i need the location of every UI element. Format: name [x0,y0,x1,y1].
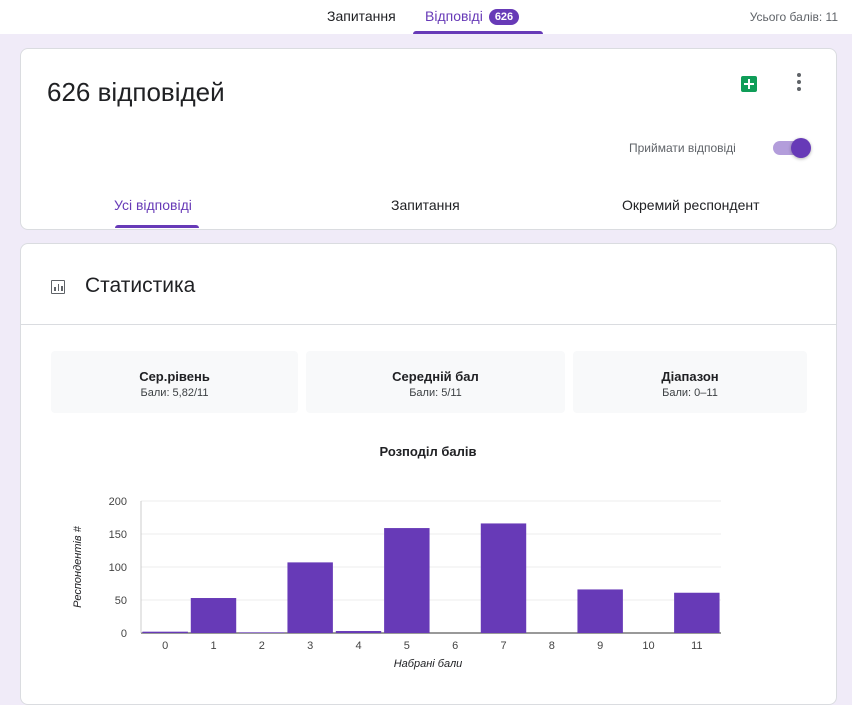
accepting-responses-label: Приймати відповіді [629,141,736,155]
responses-summary-card: 626 відповідей Приймати відповіді Усі ві… [20,48,837,230]
x-tick-label: 3 [307,640,313,652]
y-tick-label: 100 [109,562,127,574]
sheets-icon[interactable] [741,76,757,92]
bar-score-7[interactable] [480,523,527,633]
responses-count-badge: 626 [488,9,520,25]
x-tick-label: 2 [259,640,265,652]
subtab-questions[interactable]: Запитання [391,197,460,213]
bar-score-0[interactable] [142,631,188,633]
y-tick-label: 150 [109,529,127,541]
x-tick-label: 7 [500,640,506,652]
tab-responses[interactable]: Відповіді 626 [425,8,520,25]
response-count-title: 626 відповідей [47,77,225,107]
x-tick-label: 9 [597,640,603,652]
y-tick-label: 0 [121,628,127,640]
statistics-card: Статистика Сер.рівень Бали: 5,82/11 Сере… [20,243,837,705]
toggle-knob [791,138,811,158]
x-tick-label: 5 [404,640,410,652]
tab-responses-label: Відповіді [425,8,483,24]
bar-score-3[interactable] [287,562,333,633]
x-axis-label: Набрані бали [394,658,463,670]
x-tick-label: 8 [549,640,555,652]
x-tick-label: 11 [691,640,702,652]
bar-score-2[interactable] [239,632,285,633]
y-axis-label: Респондентів # [72,525,84,608]
y-tick-label: 50 [115,595,127,607]
chart-title: Розподіл балів [379,444,476,459]
accepting-responses-toggle[interactable] [773,138,811,158]
total-points: Усього балів: 11 [749,10,838,24]
active-subtab-indicator [115,225,199,228]
x-tick-label: 6 [452,640,458,652]
x-tick-label: 1 [210,640,216,652]
tab-questions[interactable]: Запитання [327,8,396,24]
bar-score-1[interactable] [190,598,237,633]
score-distribution-chart: Розподіл балів 0 50 100 150 200 0 1 2 3 4 5 6 7 8 9 10… [72,444,721,670]
x-tick-label: 10 [642,640,654,652]
more-vert-icon[interactable] [797,73,801,93]
x-tick-label: 0 [162,640,168,652]
top-bar: Запитання Відповіді 626 Усього балів: 11 [0,0,852,34]
subtab-summary[interactable]: Усі відповіді [114,197,192,213]
bar-score-4[interactable] [335,631,382,633]
bar-score-9[interactable] [577,589,623,633]
x-tick-label: 4 [355,640,361,652]
subtab-individual[interactable]: Окремий респондент [622,197,760,213]
y-tick-label: 200 [109,496,127,508]
bar-score-5[interactable] [384,528,430,633]
bar-score-11[interactable] [674,592,720,633]
active-tab-indicator [413,31,543,34]
